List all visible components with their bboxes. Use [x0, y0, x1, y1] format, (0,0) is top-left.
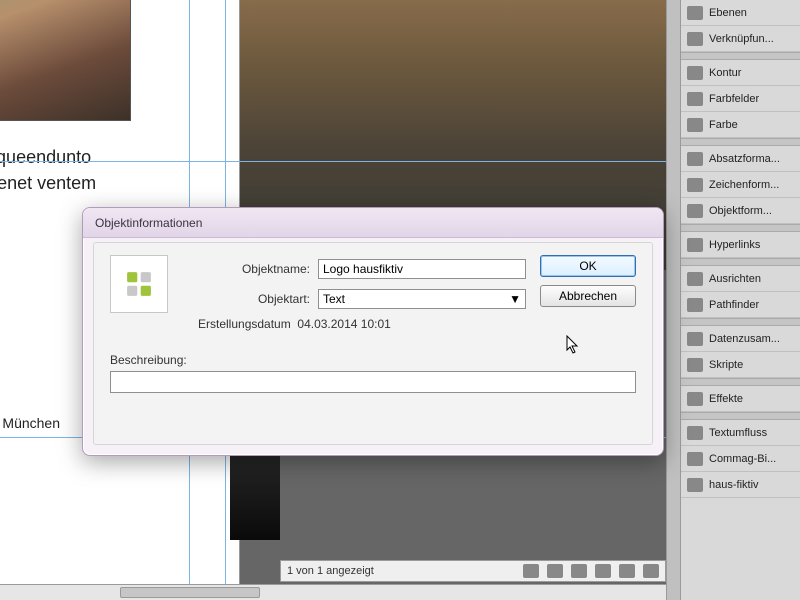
panel-icon [687, 272, 703, 286]
panel-icon [687, 118, 703, 132]
trash-icon[interactable] [643, 564, 659, 578]
description-input[interactable] [110, 371, 636, 393]
panel-label: Ausrichten [709, 273, 761, 285]
panel-icon [687, 358, 703, 372]
cancel-button[interactable]: Abbrechen [540, 285, 636, 307]
panel-label: Farbe [709, 119, 738, 131]
panel-label: Textumfluss [709, 427, 767, 439]
panel-item[interactable]: Farbfelder [681, 86, 800, 112]
object-thumbnail [110, 255, 168, 313]
panel-icon [687, 32, 703, 46]
panel-icon [687, 6, 703, 20]
panel-label: Ebenen [709, 7, 747, 19]
panel-label: Datenzusam... [709, 333, 780, 345]
panel-icon [687, 204, 703, 218]
panel-label: Objektform... [709, 205, 772, 217]
panel-icon [687, 452, 703, 466]
panel-item[interactable]: Verknüpfun... [681, 26, 800, 52]
panel-collapse-strip[interactable] [666, 0, 680, 600]
panel-item[interactable]: haus-fiktiv [681, 472, 800, 498]
status-icon[interactable] [619, 564, 635, 578]
status-text: 1 von 1 angezeigt [287, 565, 374, 577]
type-label: Objektart: [190, 292, 310, 306]
panel-icon [687, 332, 703, 346]
object-info-dialog: Objektinformationen Objektname: Objektar… [82, 207, 664, 456]
created-label: Erstellungsdatum [198, 317, 291, 331]
panel-label: Absatzforma... [709, 153, 780, 165]
panel-item[interactable]: Pathfinder [681, 292, 800, 318]
panel-item[interactable]: Kontur [681, 60, 800, 86]
chevron-down-icon: ▼ [509, 292, 521, 306]
panel-label: Kontur [709, 67, 741, 79]
panel-label: Hyperlinks [709, 239, 760, 251]
ok-button[interactable]: OK [540, 255, 636, 277]
panel-item[interactable]: Ebenen [681, 0, 800, 26]
panel-label: Verknüpfun... [709, 33, 774, 45]
object-name-input[interactable] [318, 259, 526, 279]
name-label: Objektname: [190, 262, 310, 276]
panel-item[interactable]: Skripte [681, 352, 800, 378]
panel-label: Commag-Bi... [709, 453, 776, 465]
horizontal-scrollbar[interactable] [0, 584, 666, 600]
address: ptstraße 13, 21368 München [0, 411, 60, 436]
panel-item[interactable]: Farbe [681, 112, 800, 138]
panel-item[interactable]: Absatzforma... [681, 146, 800, 172]
panel-label: Zeichenform... [709, 179, 779, 191]
created-value: 04.03.2014 10:01 [297, 317, 390, 331]
logo-icon [122, 267, 156, 301]
right-panels: Ebenen Verknüpfun... Kontur Farbfelder Farbe… [680, 0, 800, 600]
status-icon[interactable] [571, 564, 587, 578]
panel-label: haus-fiktiv [709, 479, 759, 491]
panel-item[interactable]: Objektform... [681, 198, 800, 224]
panel-icon [687, 426, 703, 440]
panel-item[interactable]: Ausrichten [681, 266, 800, 292]
panel-icon [687, 238, 703, 252]
panel-item[interactable]: Zeichenform... [681, 172, 800, 198]
photo-terrace [0, 0, 131, 121]
status-bar: 1 von 1 angezeigt [280, 560, 666, 582]
panel-item[interactable]: Textumfluss [681, 420, 800, 446]
panel-label: Pathfinder [709, 299, 759, 311]
panel-item[interactable]: Hyperlinks [681, 232, 800, 258]
panel-icon [687, 478, 703, 492]
panel-label: Effekte [709, 393, 743, 405]
panel-item[interactable]: Datenzusam... [681, 326, 800, 352]
panel-icon [687, 152, 703, 166]
t: edio maion, nenet ventem [0, 173, 96, 193]
panel-icon [687, 392, 703, 406]
panel-item[interactable]: Effekte [681, 386, 800, 412]
panel-icon [687, 66, 703, 80]
scroll-thumb[interactable] [120, 587, 260, 598]
panel-icon [687, 298, 703, 312]
desc-label: Beschreibung: [110, 353, 636, 367]
t: umqui omnis queendunto [0, 147, 91, 167]
cursor-icon [566, 335, 580, 355]
panel-icon [687, 92, 703, 106]
dialog-title[interactable]: Objektinformationen [83, 208, 663, 238]
status-icon[interactable] [595, 564, 611, 578]
website: w.hausfiktiv.de [0, 436, 60, 461]
footer-meta: ptstraße 13, 21368 München w.hausfiktiv.… [0, 411, 60, 487]
phone: 1232 871-0 [0, 461, 60, 486]
status-icon[interactable] [523, 564, 539, 578]
panel-label: Farbfelder [709, 93, 759, 105]
type-value: Text [323, 292, 345, 306]
panel-item[interactable]: Commag-Bi... [681, 446, 800, 472]
status-icon[interactable] [547, 564, 563, 578]
panel-icon [687, 178, 703, 192]
object-type-select[interactable]: Text ▼ [318, 289, 526, 309]
panel-label: Skripte [709, 359, 743, 371]
